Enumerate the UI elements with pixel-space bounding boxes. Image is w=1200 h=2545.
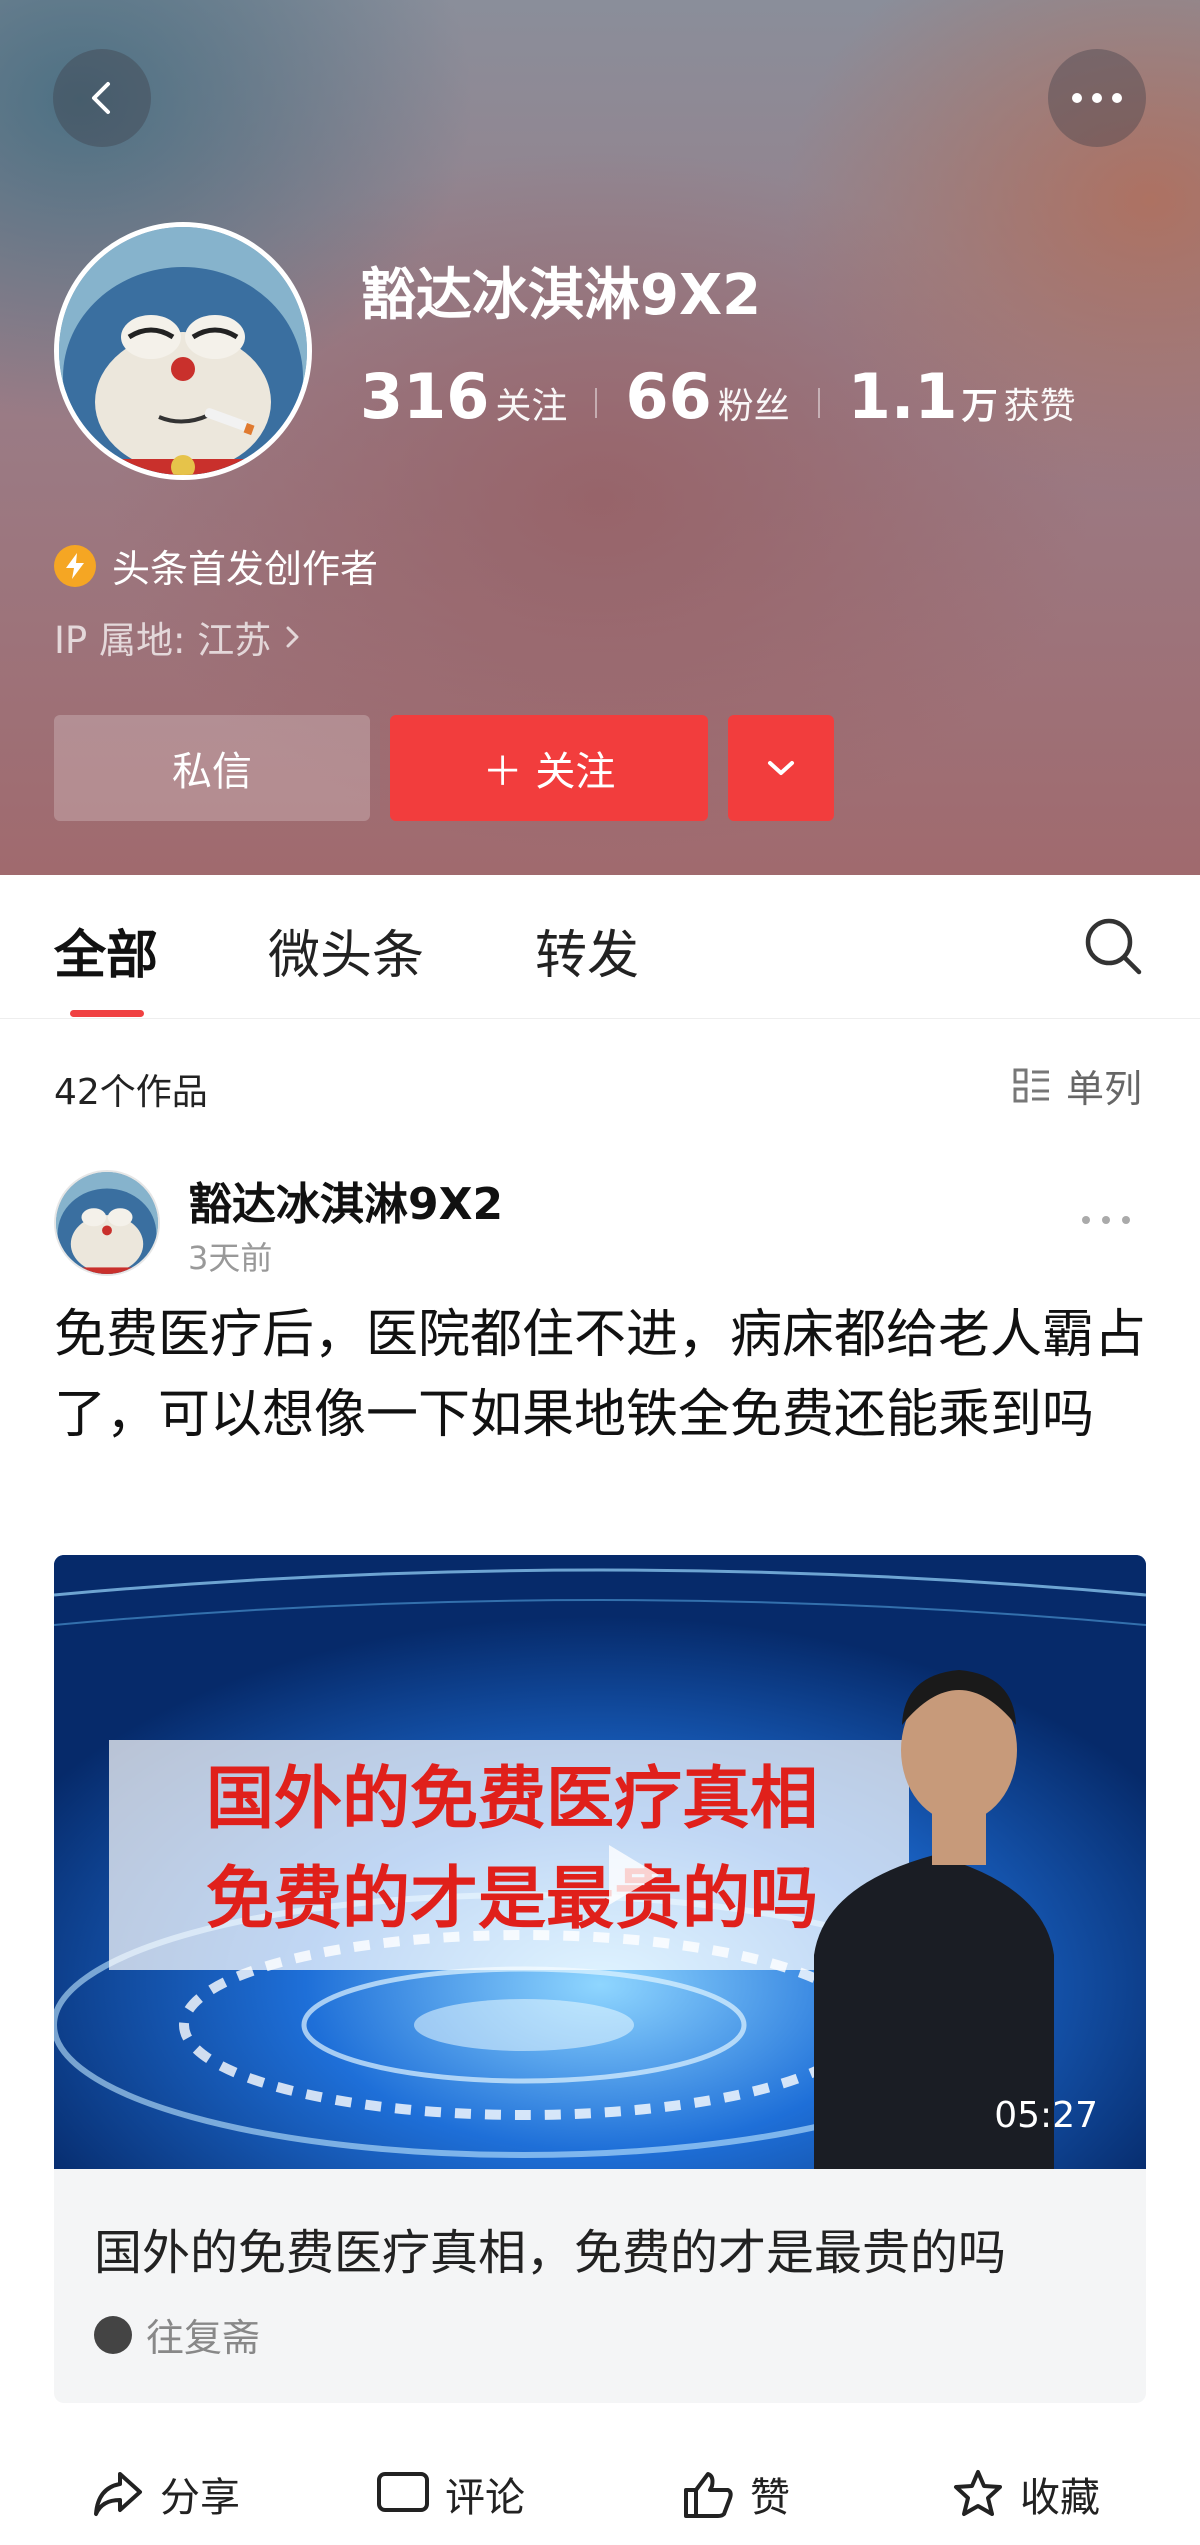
- tab-micro-posts[interactable]: 微头条: [268, 913, 424, 988]
- message-button[interactable]: 私信: [54, 715, 370, 821]
- video-thumbnail[interactable]: 国外的免费医疗真相 免费的才是最贵的吗 05:27: [54, 1555, 1146, 2169]
- more-dots-icon: [1072, 93, 1122, 103]
- tab-reposts[interactable]: 转发: [535, 913, 639, 988]
- creator-badge[interactable]: 头条首发创作者: [54, 538, 378, 593]
- post-text[interactable]: 免费医疗后，医院都住不进，病床都给老人霸占了，可以想像一下如果地铁全免费还能乘到…: [54, 1295, 1154, 1455]
- video-overlay-line-1: 国外的免费医疗真相: [205, 1760, 818, 1839]
- video-source-name: 往复斋: [146, 2316, 261, 2360]
- works-count: 42个作品: [54, 1072, 208, 1113]
- stat-divider: [817, 388, 820, 418]
- search-icon[interactable]: [1082, 915, 1144, 977]
- profile-header: 豁达冰淇淋9X2 316 关注 66 粉丝 1.1 万获赞 头条首发创作者 IP 属地…: [0, 0, 1200, 875]
- video-source[interactable]: 往复斋: [94, 2307, 260, 2362]
- comment-label: 评论: [445, 2475, 525, 2521]
- lightning-icon: [54, 544, 96, 587]
- view-mode-label: 单列: [1066, 1067, 1143, 1111]
- tab-all[interactable]: 全部: [54, 913, 158, 988]
- post-author-name[interactable]: 豁达冰淇淋9X2: [188, 1168, 503, 1232]
- profile-name: 豁达冰淇淋9X2: [360, 263, 762, 328]
- play-icon[interactable]: [589, 1835, 669, 1915]
- favorite-button[interactable]: 收藏: [950, 2465, 1100, 2523]
- content-tabs: 全部 微头条 转发: [0, 875, 1200, 1019]
- share-button[interactable]: 分享: [90, 2465, 240, 2523]
- stat-divider: [595, 388, 598, 418]
- post-more-icon[interactable]: [1078, 1200, 1134, 1240]
- profile-stats: 316 关注 66 粉丝 1.1 万获赞: [360, 360, 1076, 440]
- post-author-avatar[interactable]: [54, 1170, 160, 1276]
- video-overlay-line-2: 免费的才是最贵的吗: [205, 1860, 818, 1939]
- share-icon: [94, 2472, 142, 2516]
- avatar-cartoon-image: [56, 1172, 158, 1274]
- followers-stat[interactable]: 66 粉丝: [625, 360, 789, 433]
- favorite-label: 收藏: [1020, 2475, 1100, 2521]
- more-button[interactable]: [1048, 49, 1146, 147]
- list-view-icon: [1013, 1068, 1049, 1102]
- ip-location[interactable]: IP 属地: 江苏: [54, 610, 307, 664]
- following-stat[interactable]: 316 关注: [360, 360, 567, 433]
- avatar-cartoon-image: [59, 227, 307, 475]
- creator-badge-label: 头条首发创作者: [112, 547, 379, 591]
- comment-button[interactable]: 评论: [375, 2465, 525, 2523]
- video-overlay-title: 国外的免费医疗真相 免费的才是最贵的吗: [142, 1750, 882, 1950]
- follow-button[interactable]: ＋ 关注: [390, 715, 708, 821]
- recommend-dropdown-button[interactable]: [728, 715, 834, 821]
- source-avatar: [94, 2315, 132, 2354]
- chevron-down-icon: [768, 761, 794, 775]
- like-label: 赞: [750, 2475, 790, 2521]
- post-action-bar: 分享 评论 赞 收藏: [0, 2465, 1200, 2545]
- share-label: 分享: [160, 2475, 240, 2521]
- comment-icon: [377, 2472, 429, 2512]
- tab-active-indicator: [70, 1010, 144, 1017]
- chevron-left-icon: [92, 82, 110, 114]
- chevron-right-icon: [286, 626, 299, 648]
- video-card[interactable]: 国外的免费医疗真相 免费的才是最贵的吗 05:27 国外的免费医疗真相，免费的才…: [54, 1555, 1146, 2403]
- profile-actions: 私信 ＋ 关注: [54, 715, 834, 821]
- post-timestamp: 3天前: [188, 1239, 273, 1277]
- likes-stat[interactable]: 1.1 万获赞: [848, 360, 1076, 433]
- video-title[interactable]: 国外的免费医疗真相，免费的才是最贵的吗: [94, 2213, 1104, 2283]
- back-button[interactable]: [53, 49, 151, 147]
- star-icon: [954, 2470, 1002, 2516]
- profile-avatar[interactable]: [54, 222, 312, 480]
- thumbs-up-icon: [684, 2472, 733, 2518]
- video-duration: 05:27: [994, 2095, 1098, 2136]
- view-mode-toggle[interactable]: 单列: [1012, 1058, 1142, 1113]
- like-button[interactable]: 赞: [680, 2465, 790, 2523]
- ip-location-label: IP 属地: 江苏: [54, 619, 272, 662]
